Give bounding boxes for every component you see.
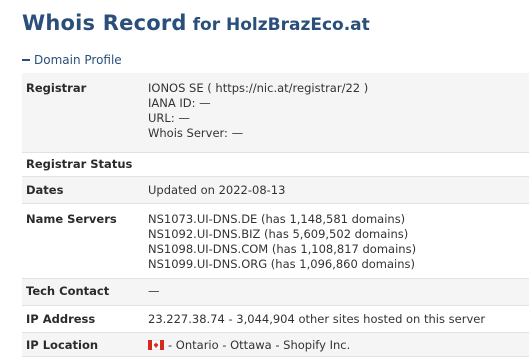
name-servers-value: NS1073.UI-DNS.DE (has 1,148,581 domains)…: [148, 212, 529, 278]
minus-icon: [22, 58, 30, 61]
name-servers-row: Name Servers NS1073.UI-DNS.DE (has 1,148…: [22, 204, 529, 279]
ip-location-value: - Ontario - Ottawa - Shopify Inc.: [148, 338, 529, 353]
ip-location-label: IP Location: [26, 338, 99, 352]
name-server-item: NS1073.UI-DNS.DE (has 1,148,581 domains): [148, 212, 406, 226]
ip-address-row: IP Address 23.227.38.74 - 3,044,904 othe…: [22, 306, 529, 333]
registrar-name: IONOS SE ( https://nic.at/registrar/22 ): [148, 81, 369, 95]
ip-location-row: IP Location - Ontario - Ottawa - Shopify…: [22, 333, 529, 357]
name-server-item: NS1098.UI-DNS.COM (has 1,108,817 domains…: [148, 242, 417, 256]
name-server-item: NS1092.UI-DNS.BIZ (has 5,609,502 domains…: [148, 227, 409, 241]
tech-contact-row: Tech Contact —: [22, 279, 529, 306]
ip-address-label: IP Address: [26, 312, 96, 326]
ip-location-text: - Ontario - Ottawa - Shopify Inc.: [168, 338, 351, 352]
registrar-label: Registrar: [26, 81, 87, 95]
domain-profile-label: Domain Profile: [34, 53, 122, 67]
dates-row: Dates Updated on 2022-08-13: [22, 177, 529, 204]
registrar-whois-server: Whois Server: —: [148, 126, 244, 140]
registrar-status-row: Registrar Status: [22, 153, 529, 177]
registrar-value: IONOS SE ( https://nic.at/registrar/22 )…: [148, 81, 529, 152]
ip-address-value: 23.227.38.74 - 3,044,904 other sites hos…: [148, 312, 486, 326]
registrar-row: Registrar IONOS SE ( https://nic.at/regi…: [22, 73, 529, 153]
page-title-main: Whois Record: [22, 11, 187, 35]
page-title: Whois Record for HolzBrazEco.at: [22, 9, 370, 39]
domain-profile-table: Registrar IONOS SE ( https://nic.at/regi…: [22, 73, 529, 357]
tech-contact-label: Tech Contact: [26, 284, 110, 298]
tech-contact-value: —: [148, 284, 160, 298]
name-server-item: NS1099.UI-DNS.ORG (has 1,096,860 domains…: [148, 257, 416, 271]
registrar-url: URL: —: [148, 111, 190, 125]
registrar-status-value: [148, 157, 529, 176]
registrar-status-label: Registrar Status: [26, 157, 133, 171]
domain-profile-toggle[interactable]: Domain Profile: [22, 52, 122, 68]
registrar-iana-id: IANA ID: —: [148, 96, 211, 110]
page-title-domain: for HolzBrazEco.at: [192, 15, 370, 35]
dates-value: Updated on 2022-08-13: [148, 183, 286, 197]
name-servers-label: Name Servers: [26, 212, 117, 226]
canada-flag-icon: [148, 339, 164, 350]
dates-label: Dates: [26, 183, 64, 197]
